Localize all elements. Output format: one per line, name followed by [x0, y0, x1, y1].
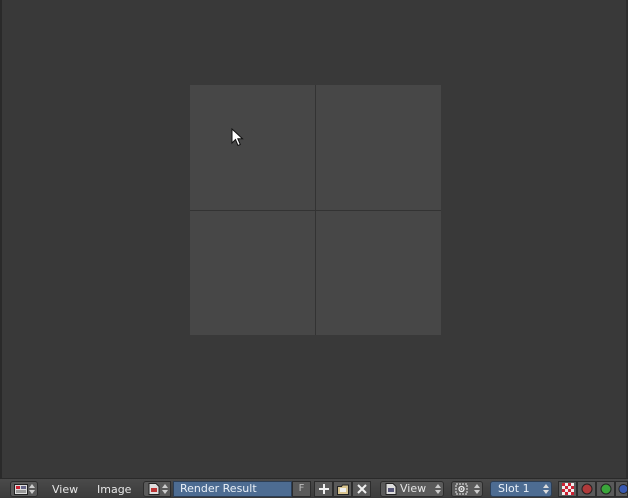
updown-arrows-icon [162, 484, 168, 494]
updown-arrows-icon [29, 484, 35, 494]
fake-user-button[interactable]: F [292, 481, 311, 497]
updown-arrows-icon [543, 484, 549, 494]
updown-arrows-icon [474, 484, 480, 494]
pivot-icon [455, 483, 468, 495]
image-browse-icon [148, 483, 160, 495]
canvas-grid-horizontal-line [190, 210, 441, 211]
plus-icon [318, 484, 329, 494]
checker-alpha-icon [561, 483, 574, 495]
new-image-button[interactable] [314, 481, 333, 497]
channel-green-button[interactable] [596, 481, 615, 497]
channel-red-button[interactable] [577, 481, 596, 497]
image-browse-button[interactable] [143, 481, 171, 497]
updown-arrows-icon [435, 484, 441, 494]
render-slot-selector[interactable]: Slot 1 [490, 481, 552, 497]
render-slot-label: Slot 1 [498, 482, 530, 495]
view-selector[interactable]: View [380, 481, 444, 497]
red-channel-icon [581, 483, 592, 495]
image-editor-header: View Image Render Result F View Slot 1 [0, 478, 628, 497]
view-mode-icon [385, 483, 397, 495]
image-editor-viewport[interactable] [2, 0, 626, 478]
image-editor-icon [14, 484, 28, 495]
channel-blue-button[interactable] [615, 481, 628, 497]
channel-alpha-button[interactable] [558, 481, 577, 497]
pivot-point-selector[interactable] [451, 481, 483, 497]
image-canvas[interactable] [190, 85, 441, 335]
image-name-field[interactable]: Render Result [173, 481, 292, 497]
green-channel-icon [600, 483, 611, 495]
view-selector-label: View [400, 482, 427, 495]
folder-icon [336, 484, 349, 495]
mouse-cursor-icon [231, 128, 244, 147]
editor-type-button[interactable] [10, 481, 38, 497]
unlink-image-button[interactable] [352, 481, 371, 497]
open-image-button[interactable] [333, 481, 352, 497]
close-icon [356, 484, 367, 494]
blue-channel-icon [618, 484, 627, 494]
